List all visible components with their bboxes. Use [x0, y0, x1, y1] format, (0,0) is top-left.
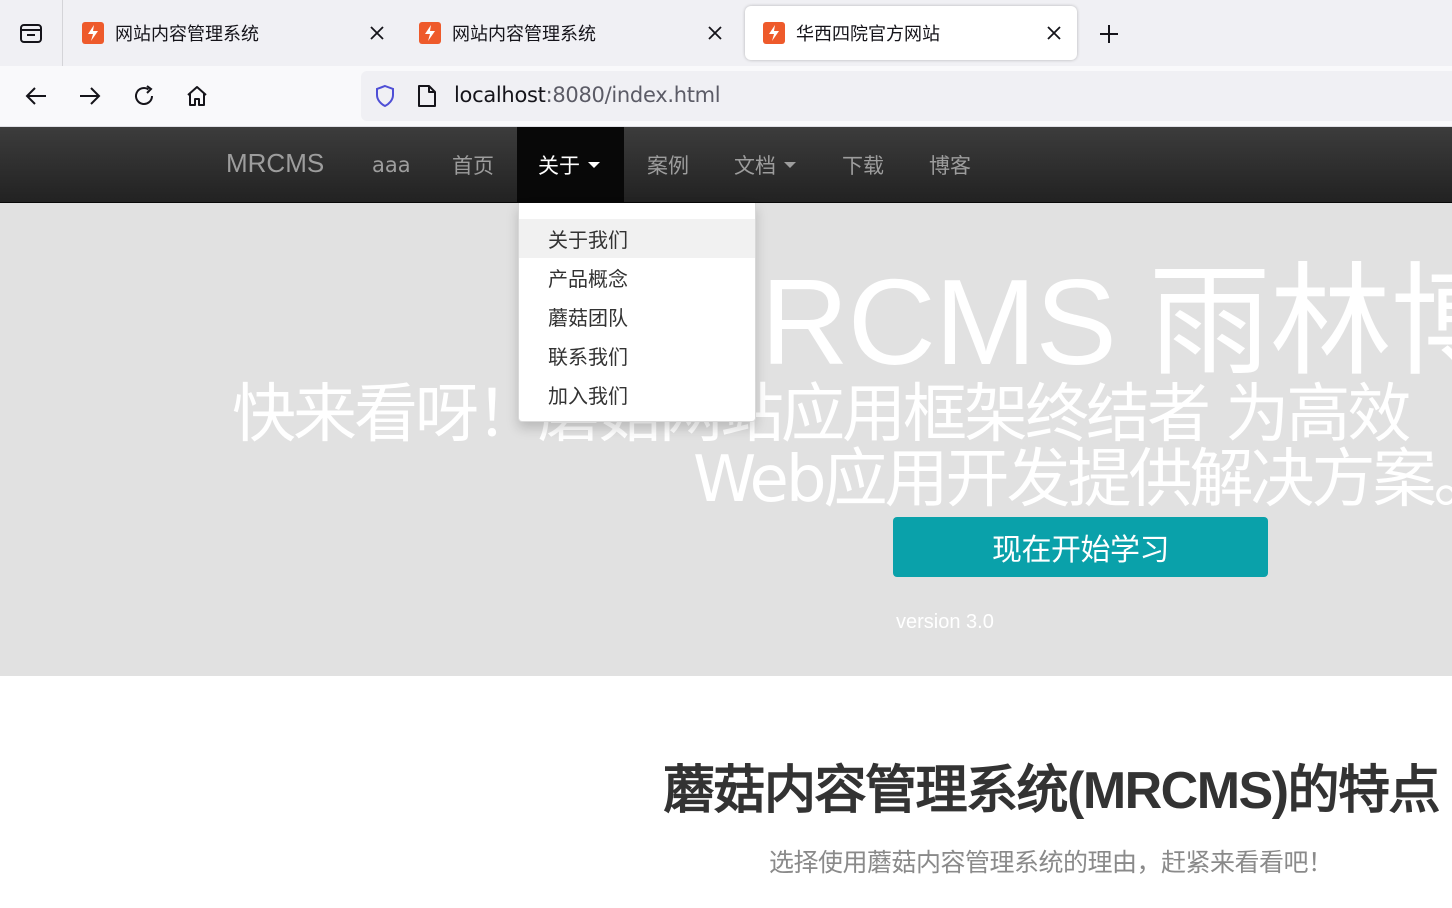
site-favicon-icon [419, 22, 441, 44]
caret-down-icon [784, 161, 796, 168]
plus-icon [1100, 25, 1118, 43]
tab-list-icon [20, 24, 42, 43]
browser-tab-2[interactable]: 网站内容管理系统 [401, 6, 738, 60]
features-title: 蘑菇内容管理系统(MRCMS)的特点 [663, 762, 1441, 820]
nav-item-about[interactable]: 关于 [517, 127, 624, 202]
dropdown-item-contact[interactable]: 联系我们 [519, 336, 755, 375]
shield-icon[interactable] [373, 84, 397, 108]
new-tab-button[interactable] [1092, 17, 1126, 51]
url-path: :8080/index.html [545, 83, 721, 107]
hero-subtitle-line2: Web应用开发提供解决方案。 [693, 443, 1452, 517]
url-host: localhost [454, 83, 546, 107]
arrow-right-icon [80, 87, 101, 105]
back-button[interactable] [19, 79, 53, 113]
tab-title: 华西四院官方网站 [796, 24, 940, 45]
about-dropdown-menu: 关于我们 产品概念 蘑菇团队 联系我们 加入我们 [518, 203, 756, 422]
nav-item-blog[interactable]: 博客 [929, 127, 971, 202]
site-favicon-icon [82, 22, 104, 44]
tab-title: 网站内容管理系统 [452, 24, 596, 45]
reload-button[interactable] [127, 79, 161, 113]
browser-toolbar: localhost:8080/index.html [0, 66, 1452, 127]
site-favicon-icon [763, 22, 785, 44]
tab-close-icon[interactable] [364, 20, 390, 46]
nav-item-label: aaa [372, 152, 411, 177]
browser-tab-bar: 网站内容管理系统 网站内容管理系统 华西四院官方网站 [0, 0, 1452, 66]
nav-item-label: 关于 [538, 153, 580, 178]
start-learning-button[interactable]: 现在开始学习 [893, 517, 1268, 577]
forward-button[interactable] [73, 79, 107, 113]
address-bar[interactable]: localhost:8080/index.html [361, 71, 1452, 121]
reload-icon [135, 85, 153, 105]
nav-item-label: 博客 [929, 153, 971, 178]
nav-item-label: 案例 [647, 153, 689, 178]
dropdown-item-product-concept[interactable]: 产品概念 [519, 258, 755, 297]
home-icon [187, 86, 207, 106]
dropdown-item-join[interactable]: 加入我们 [519, 375, 755, 414]
nav-item-label: 文档 [734, 153, 776, 178]
nav-item-aaa[interactable]: aaa [372, 127, 411, 202]
tab-close-icon[interactable] [1041, 20, 1067, 46]
nav-item-label: 下载 [842, 153, 884, 178]
nav-item-home[interactable]: 首页 [452, 127, 494, 202]
features-subtitle: 选择使用蘑菇内容管理系统的理由，赶紧来看看吧！ [769, 848, 1333, 877]
arrow-left-icon [25, 87, 46, 105]
tab-title: 网站内容管理系统 [115, 24, 259, 45]
nav-item-cases[interactable]: 案例 [647, 127, 689, 202]
version-label: version 3.0 [896, 611, 994, 633]
browser-tab-1[interactable]: 网站内容管理系统 [64, 6, 400, 60]
url-text: localhost:8080/index.html [454, 83, 721, 107]
site-brand[interactable]: MRCMS [226, 148, 324, 179]
home-button[interactable] [180, 79, 214, 113]
nav-item-docs[interactable]: 文档 [734, 127, 796, 202]
dropdown-item-about-us[interactable]: 关于我们 [519, 219, 755, 258]
browser-tab-3-active[interactable]: 华西四院官方网站 [745, 6, 1077, 60]
nav-item-label: 首页 [452, 153, 494, 178]
nav-item-download[interactable]: 下载 [842, 127, 884, 202]
page-icon[interactable] [416, 84, 438, 108]
tab-list-button[interactable] [0, 0, 63, 66]
site-navbar: MRCMS aaa 首页 关于 案例 文档 下载 博客 [0, 127, 1452, 203]
caret-down-icon [588, 161, 600, 168]
tab-close-icon[interactable] [702, 20, 728, 46]
dropdown-item-team[interactable]: 蘑菇团队 [519, 297, 755, 336]
